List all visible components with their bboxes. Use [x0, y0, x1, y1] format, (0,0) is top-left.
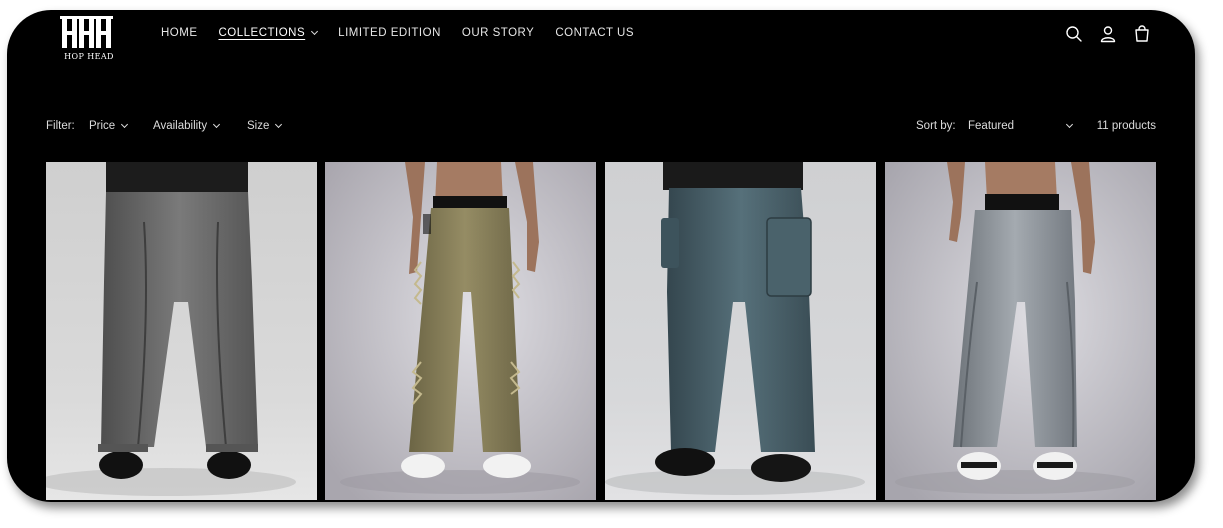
brand-logo[interactable]: HOP HEAD [59, 14, 119, 64]
sort-select[interactable]: Featured [968, 120, 1074, 132]
product-count: 11 products [1096, 120, 1156, 132]
nav-contact-us-label: CONTACT US [555, 27, 635, 39]
triple-h-logo-icon [60, 16, 113, 48]
filter-size-label: Size [247, 120, 270, 132]
page-frame: HOP HEAD HOME COLLECTIONS LIMITED EDITIO… [7, 10, 1195, 502]
chevron-down-icon [275, 120, 283, 129]
filter-price[interactable]: Price [89, 120, 129, 132]
filter-label: Filter: [46, 120, 75, 132]
grey-washed-wide-leg-jeans-image [46, 162, 317, 500]
chevron-down-icon [1065, 120, 1074, 129]
main-nav: HOME COLLECTIONS LIMITED EDITION OUR STO… [161, 27, 655, 39]
product-card[interactable] [325, 162, 596, 500]
product-card[interactable] [885, 162, 1156, 500]
nav-collections-label: COLLECTIONS [218, 27, 306, 39]
nav-limited-edition-label: LIMITED EDITION [338, 27, 441, 39]
nav-home-label: HOME [161, 27, 198, 39]
nav-contact-us[interactable]: CONTACT US [555, 27, 634, 39]
search-icon[interactable] [1064, 24, 1084, 44]
nav-collections[interactable]: COLLECTIONS [218, 27, 319, 39]
brand-name: HOP HEAD [64, 52, 114, 61]
account-icon[interactable] [1098, 24, 1118, 44]
sort-label: Sort by: [916, 120, 956, 132]
filter-bar: Filter: Price Availability Size Sort by:… [46, 118, 1156, 138]
filter-price-label: Price [89, 120, 116, 132]
chevron-down-icon [121, 120, 129, 129]
product-grid [46, 162, 1156, 502]
nav-limited-edition[interactable]: LIMITED EDITION [338, 27, 441, 39]
header-actions [1064, 24, 1152, 44]
chevron-down-icon [213, 120, 221, 129]
sort-value: Featured [968, 120, 1015, 132]
filter-size[interactable]: Size [247, 120, 283, 132]
nav-our-story-label: OUR STORY [461, 27, 535, 39]
product-card[interactable] [605, 162, 876, 500]
chevron-down-icon [311, 27, 319, 36]
product-card[interactable] [46, 162, 317, 500]
filter-availability-label: Availability [153, 120, 208, 132]
filter-availability[interactable]: Availability [153, 120, 221, 132]
teal-blue-cargo-jeans-image [605, 162, 876, 500]
olive-distressed-cargo-pants-image [325, 162, 596, 500]
nav-home[interactable]: HOME [161, 27, 198, 39]
nav-our-story[interactable]: OUR STORY [462, 27, 534, 39]
cart-icon[interactable] [1132, 24, 1152, 44]
grey-acid-wash-jeans-image [885, 162, 1156, 500]
site-header: HOP HEAD HOME COLLECTIONS LIMITED EDITIO… [7, 10, 1195, 90]
